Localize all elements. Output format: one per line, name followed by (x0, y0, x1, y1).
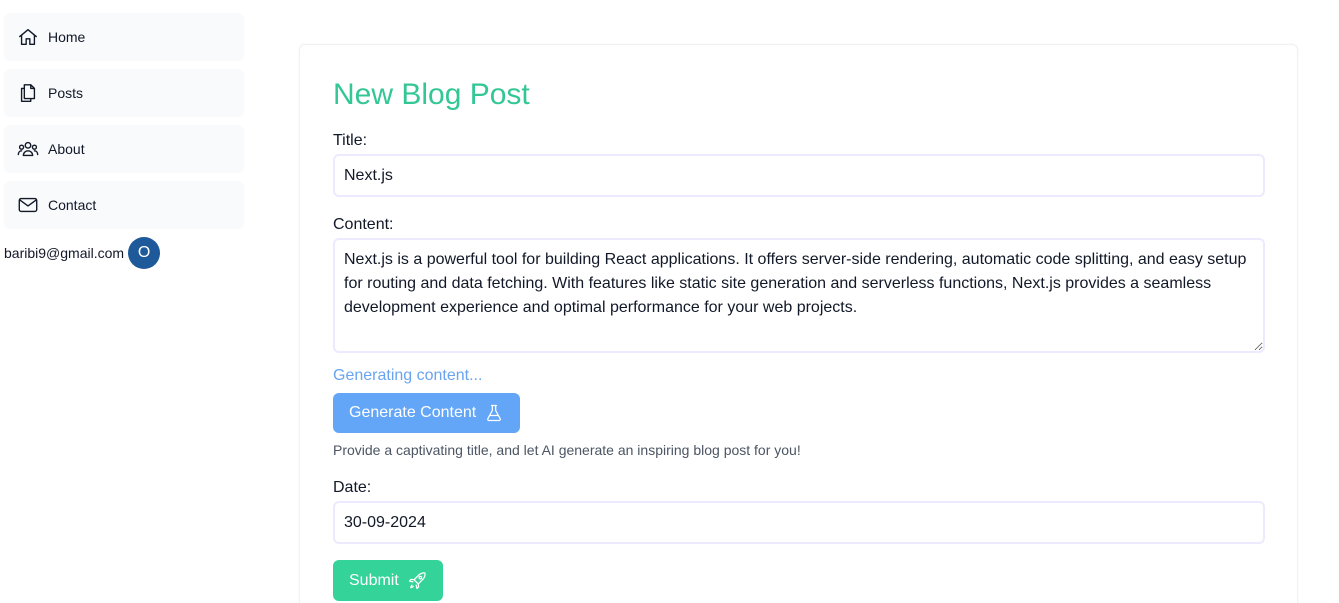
submit-label: Submit (349, 571, 399, 589)
title-input[interactable] (333, 154, 1265, 197)
flask-icon (484, 403, 504, 423)
title-label: Title: (333, 132, 368, 149)
generate-content-label: Generate Content (349, 404, 477, 421)
sidebar-item-label: Home (48, 29, 86, 45)
sidebar-item-label: Posts (48, 85, 84, 101)
envelope-icon (17, 194, 39, 216)
generate-content-button[interactable]: Generate Content (333, 393, 521, 433)
sidebar-item-about[interactable]: About (4, 125, 244, 173)
sidebar: Home Posts About Contact baribi9@gmail.c… (4, 13, 244, 269)
date-input[interactable] (333, 501, 1265, 544)
sidebar-item-label: Contact (48, 197, 97, 213)
submit-button[interactable]: Submit (333, 560, 443, 601)
content-label: Content: (333, 216, 394, 233)
users-icon (17, 138, 39, 160)
sidebar-item-contact[interactable]: Contact (4, 181, 244, 229)
sidebar-item-home[interactable]: Home (4, 13, 244, 61)
date-label: Date: (333, 479, 372, 496)
content-textarea[interactable]: Next.js is a powerful tool for building … (333, 238, 1265, 353)
avatar[interactable]: O (128, 237, 161, 269)
user-email: baribi9@gmail.com (4, 245, 125, 261)
new-post-card: New Blog Post Title: Content: Next.js is… (299, 44, 1298, 603)
user-info: baribi9@gmail.com O (4, 237, 244, 269)
page-title: New Blog Post (333, 78, 530, 111)
sidebar-item-label: About (48, 141, 85, 157)
helper-text: Provide a captivating title, and let AI … (333, 442, 801, 458)
sidebar-item-posts[interactable]: Posts (4, 69, 244, 117)
generating-status: Generating content... (333, 367, 483, 384)
home-icon (17, 26, 39, 48)
documents-icon (17, 82, 39, 104)
rocket-icon (407, 571, 427, 591)
